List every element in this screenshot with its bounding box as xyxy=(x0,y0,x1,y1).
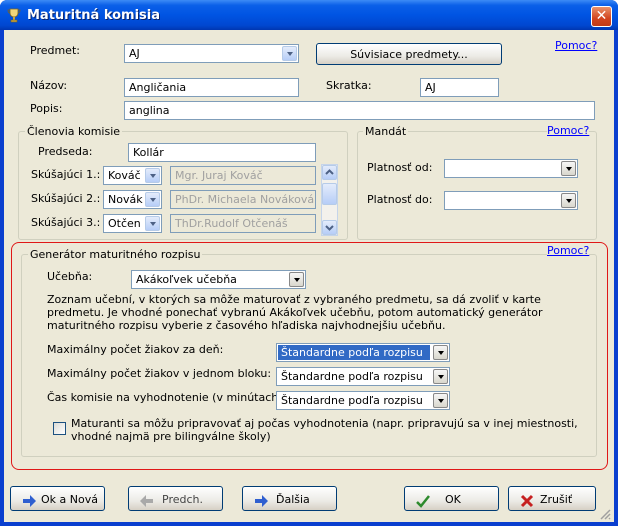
title-bar[interactable]: Maturitná komisia ✕ xyxy=(0,0,618,30)
predseda-label: Predseda: xyxy=(38,145,93,158)
chevron-down-icon[interactable] xyxy=(282,46,297,61)
chevron-down-icon[interactable] xyxy=(561,161,576,176)
close-icon: ✕ xyxy=(595,8,608,24)
examiner-2-short: Novák xyxy=(108,193,143,206)
help-link-generator[interactable]: Pomoc? xyxy=(547,244,590,257)
examiner-2-fullname: PhDr. Michaela Nováková xyxy=(170,190,316,209)
skratka-label: Skratka: xyxy=(326,79,372,92)
examiner-2-select[interactable]: Novák xyxy=(103,190,162,209)
cancel-label: Zrušiť xyxy=(540,493,573,506)
examiner-1-short: Kováč xyxy=(108,169,141,182)
chevron-up-icon xyxy=(325,169,334,175)
arrow-left-icon xyxy=(140,495,153,507)
chevron-down-icon xyxy=(325,225,334,231)
examiner-3-label: Skúšajúci 3.: xyxy=(31,216,101,229)
window-title: Maturitná komisia xyxy=(27,8,161,23)
related-subjects-label: Súvisiace predmety... xyxy=(350,48,468,61)
examiner-1-select[interactable]: Kováč xyxy=(103,166,162,185)
chevron-down-icon[interactable] xyxy=(289,272,304,287)
next-label: Ďalšia xyxy=(276,493,310,506)
examiner-3-short: Otčen xyxy=(108,217,141,230)
skratka-input[interactable]: AJ xyxy=(420,78,499,97)
popis-label: Popis: xyxy=(30,102,63,115)
nazov-label: Názov: xyxy=(30,79,68,92)
arrow-right-icon xyxy=(23,495,36,507)
nazov-input[interactable]: Angličania xyxy=(124,78,299,97)
trophy-icon xyxy=(7,8,21,23)
chevron-down-icon[interactable] xyxy=(145,168,160,183)
examiners-scrollbar[interactable] xyxy=(321,164,338,236)
max-block-label: Maximálny počet žiakov v jednom bloku: xyxy=(47,367,272,380)
eval-time-value: Štandardne podľa rozpisu xyxy=(281,394,423,407)
scroll-thumb[interactable] xyxy=(322,183,337,205)
chevron-down-icon[interactable] xyxy=(433,345,448,360)
resize-grip-icon[interactable] xyxy=(599,508,611,520)
related-subjects-button[interactable]: Súvisiace predmety... xyxy=(316,43,502,65)
cancel-button[interactable]: Zrušiť xyxy=(508,486,596,511)
chevron-down-icon[interactable] xyxy=(433,393,448,408)
examiner-3-select[interactable]: Otčen xyxy=(103,214,162,233)
checkmark-pencil-icon xyxy=(416,495,430,508)
platnost-od-label: Platnosť od: xyxy=(367,161,433,174)
arrow-right-icon xyxy=(255,495,268,507)
chevron-down-icon[interactable] xyxy=(561,193,576,208)
chevron-down-icon[interactable] xyxy=(145,192,160,207)
max-block-select[interactable]: Štandardne podľa rozpisu xyxy=(276,367,450,386)
platnost-od-select[interactable] xyxy=(444,159,578,178)
ucebna-value: Akákoľvek učebňa xyxy=(136,273,237,286)
ucebna-description: Zoznam učební, v ktorých sa môže maturov… xyxy=(47,293,543,332)
generator-group-title: Generátor maturitného rozpisu xyxy=(28,248,203,261)
examiner-1-fullname: Mgr. Juraj Kováč xyxy=(170,166,316,185)
platnost-do-label: Platnosť do: xyxy=(367,193,433,206)
ok-new-label: Ok a Nová xyxy=(41,493,98,506)
predseda-input[interactable]: Kollár xyxy=(128,143,316,162)
prepare-during-eval-label[interactable]: Maturanti sa môžu pripravovať aj počas v… xyxy=(71,417,586,443)
ok-button[interactable]: OK xyxy=(404,486,499,511)
max-block-value: Štandardne podľa rozpisu xyxy=(281,370,423,383)
prepare-during-eval-checkbox[interactable] xyxy=(53,422,66,435)
close-icon xyxy=(520,494,534,508)
predmet-label: Predmet: xyxy=(30,44,80,57)
scroll-up-button[interactable] xyxy=(322,165,337,180)
previous-label: Predch. xyxy=(162,493,203,506)
ok-label: OK xyxy=(445,493,461,506)
eval-time-select[interactable]: Štandardne podľa rozpisu xyxy=(276,391,450,410)
ok-new-button[interactable]: Ok a Nová xyxy=(10,486,105,511)
next-button[interactable]: Ďalšia xyxy=(242,486,337,511)
close-button[interactable]: ✕ xyxy=(591,6,612,27)
commission-group-title: Členovia komisie xyxy=(25,125,123,138)
ucebna-select[interactable]: Akákoľvek učebňa xyxy=(131,270,306,289)
max-day-label: Maximálny počet žiakov za deň: xyxy=(47,343,224,356)
predmet-value: AJ xyxy=(129,47,140,60)
mandate-group xyxy=(357,131,597,240)
chevron-down-icon[interactable] xyxy=(433,369,448,384)
mandate-group-title: Mandát xyxy=(363,125,409,138)
examiner-3-fullname: ThDr.Rudolf Otčenáš xyxy=(170,214,316,233)
dialog-body: Predmet: AJ Súvisiace predmety... Pomoc?… xyxy=(4,30,614,522)
predmet-select[interactable]: AJ xyxy=(124,44,299,63)
eval-time-label: Čas komisie na vyhodnotenie (v minútach)… xyxy=(47,391,287,404)
popis-input[interactable]: anglina xyxy=(124,101,595,120)
dialog-window: Maturitná komisia ✕ Predmet: AJ Súvisiac… xyxy=(0,0,618,526)
help-link-mandate[interactable]: Pomoc? xyxy=(547,124,590,137)
max-day-select[interactable]: Štandardne podľa rozpisu xyxy=(276,343,450,362)
scroll-down-button[interactable] xyxy=(322,220,337,235)
chevron-down-icon[interactable] xyxy=(145,216,160,231)
ucebna-label: Učebňa: xyxy=(47,270,93,283)
platnost-do-select[interactable] xyxy=(444,191,578,210)
max-day-value: Štandardne podľa rozpisu xyxy=(278,345,430,360)
examiner-2-label: Skúšajúci 2.: xyxy=(31,192,101,205)
previous-button[interactable]: Predch. xyxy=(128,486,223,511)
help-link-top[interactable]: Pomoc? xyxy=(555,39,597,52)
examiner-1-label: Skúšajúci 1.: xyxy=(31,168,101,181)
